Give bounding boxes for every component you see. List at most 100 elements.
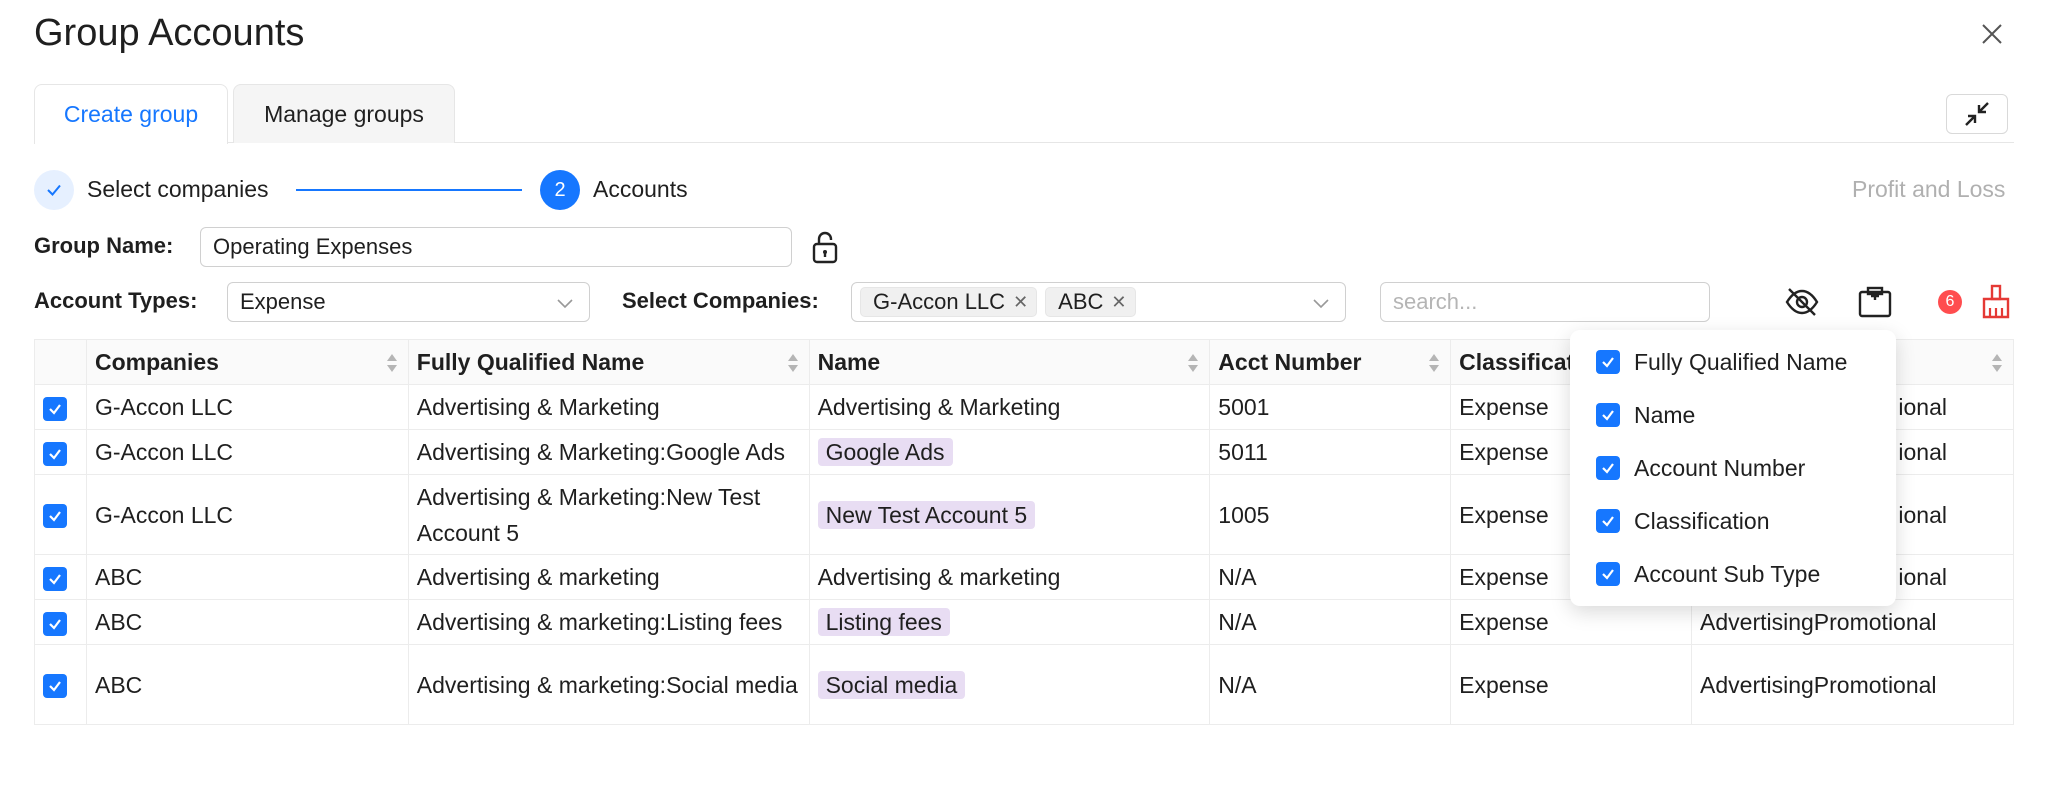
collapse-icon — [1965, 102, 1989, 126]
company-cell: ABC — [85, 644, 409, 725]
name-cell: Advertising & Marketing — [808, 384, 1211, 430]
column-header-companies[interactable]: Companies — [85, 339, 409, 385]
tab-create-group[interactable]: Create group — [34, 84, 228, 144]
menu-item-account-number[interactable]: Account Number — [1596, 453, 1805, 483]
columns-button[interactable] — [1855, 282, 1895, 322]
column-header-fqn[interactable]: Fully Qualified Name — [407, 339, 810, 385]
remove-tag-icon[interactable]: ✕ — [1111, 292, 1126, 313]
eye-off-icon — [1785, 288, 1819, 316]
collapse-button[interactable] — [1946, 94, 2008, 134]
close-icon — [1982, 24, 2002, 44]
clear-button[interactable] — [1976, 282, 2016, 322]
acct-number-cell: N/A — [1209, 599, 1452, 645]
name-highlight: New Test Account 5 — [817, 500, 1036, 529]
acct-number-cell: N/A — [1209, 554, 1452, 600]
select-column-header — [34, 339, 87, 385]
fqn-cell: Advertising & marketing:Social media — [407, 644, 810, 725]
name-highlight: Listing fees — [817, 608, 950, 636]
fqn-cell: Advertising & Marketing:Google Ads — [407, 429, 810, 475]
classification-cell: Expense — [1450, 599, 1693, 645]
company-tag: ABC ✕ — [1045, 287, 1136, 317]
checkbox-checked-icon[interactable] — [1596, 403, 1620, 427]
checkbox-checked-icon[interactable] — [1596, 562, 1620, 586]
menu-item-name[interactable]: Name — [1596, 400, 1695, 430]
column-header-acct-number[interactable]: Acct Number — [1209, 339, 1452, 385]
checkbox-checked-icon[interactable] — [1596, 456, 1620, 480]
step-1-label[interactable]: Select companies — [87, 176, 269, 203]
name-cell: New Test Account 5 — [808, 474, 1211, 555]
table-row[interactable]: ABC Advertising & marketing:Listing fees L… — [34, 599, 2014, 645]
company-cell: G-Accon LLC — [85, 429, 409, 475]
group-name-label: Group Name: — [34, 233, 174, 258]
checkbox-checked-icon[interactable] — [43, 674, 67, 699]
name-highlight: Google Ads — [817, 438, 953, 466]
fqn-cell: Advertising & marketing — [407, 554, 810, 600]
checkbox-checked-icon[interactable] — [43, 566, 67, 591]
sort-icon[interactable] — [386, 352, 398, 374]
select-companies-label: Select Companies: — [622, 288, 819, 313]
account-types-label: Account Types: — [34, 288, 198, 313]
checkbox-checked-icon[interactable] — [43, 504, 67, 529]
acct-number-cell: N/A — [1209, 644, 1452, 725]
column-visibility-menu: Fully Qualified Name Name Account Number… — [1570, 330, 1896, 606]
menu-item-account-sub-type[interactable]: Account Sub Type — [1596, 559, 1820, 589]
column-header-name[interactable]: Name — [808, 339, 1211, 385]
acct-number-cell: 5001 — [1209, 384, 1452, 430]
group-name-input[interactable]: Operating Expenses — [200, 227, 792, 267]
row-select-cell[interactable] — [34, 429, 87, 475]
company-cell: G-Accon LLC — [85, 474, 409, 555]
company-cell: ABC — [85, 599, 409, 645]
fqn-cell: Advertising & marketing:Listing fees — [407, 599, 810, 645]
step-2-number: 2 — [540, 170, 580, 210]
step-2-label: Accounts — [593, 176, 688, 202]
unlock-icon — [812, 231, 838, 264]
companies-select[interactable]: G-Accon LLC ✕ ABC ✕ — [851, 282, 1346, 322]
sort-icon[interactable] — [1187, 352, 1199, 374]
close-button[interactable] — [1972, 14, 2012, 54]
hide-columns-button[interactable] — [1782, 282, 1822, 322]
row-select-cell[interactable] — [34, 474, 87, 555]
columns-icon — [1858, 286, 1892, 318]
count-badge: 6 — [1938, 290, 1962, 314]
sort-icon[interactable] — [1428, 352, 1440, 374]
row-select-cell[interactable] — [34, 554, 87, 600]
table-row[interactable]: ABC Advertising & marketing:Social media S… — [34, 644, 2014, 725]
menu-item-classification[interactable]: Classification — [1596, 506, 1770, 536]
chevron-down-icon — [1313, 299, 1329, 309]
chevron-down-icon — [557, 299, 573, 309]
menu-item-fqn[interactable]: Fully Qualified Name — [1596, 347, 1847, 377]
company-cell: ABC — [85, 554, 409, 600]
report-type-label: Profit and Loss — [1852, 176, 2006, 202]
company-cell: G-Accon LLC — [85, 384, 409, 430]
tab-manage-groups[interactable]: Manage groups — [233, 84, 455, 143]
sort-icon[interactable] — [1991, 352, 2003, 374]
sort-icon[interactable] — [787, 352, 799, 374]
name-cell: Google Ads — [808, 429, 1211, 475]
row-select-cell[interactable] — [34, 644, 87, 725]
sub-type-cell: AdvertisingPromotional — [1691, 599, 2014, 645]
company-tag: G-Accon LLC ✕ — [860, 287, 1038, 317]
tab-bar: Create group Manage groups — [34, 84, 2014, 144]
lock-button[interactable] — [810, 230, 840, 264]
row-select-cell[interactable] — [34, 599, 87, 645]
checkbox-checked-icon[interactable] — [1596, 350, 1620, 374]
step-1-check-icon[interactable] — [34, 170, 74, 210]
acct-number-cell: 5011 — [1209, 429, 1452, 475]
account-types-select[interactable]: Expense — [227, 282, 590, 322]
name-cell: Social media — [808, 644, 1211, 725]
checkbox-checked-icon[interactable] — [43, 396, 67, 421]
sub-type-cell: AdvertisingPromotional — [1691, 644, 2014, 725]
checkbox-checked-icon[interactable] — [43, 611, 67, 636]
remove-tag-icon[interactable]: ✕ — [1013, 292, 1028, 313]
acct-number-cell: 1005 — [1209, 474, 1452, 555]
classification-cell: Expense — [1450, 644, 1693, 725]
checkbox-checked-icon[interactable] — [43, 441, 67, 466]
name-cell: Advertising & marketing — [808, 554, 1211, 600]
row-select-cell[interactable] — [34, 384, 87, 430]
search-input[interactable]: search... — [1380, 282, 1710, 322]
checkbox-checked-icon[interactable] — [1596, 509, 1620, 533]
stepper: Select companies 2 Accounts Profit and L… — [34, 170, 2024, 210]
name-highlight: Social media — [817, 670, 966, 699]
page-title: Group Accounts — [34, 12, 305, 54]
broom-icon — [1982, 284, 2010, 319]
